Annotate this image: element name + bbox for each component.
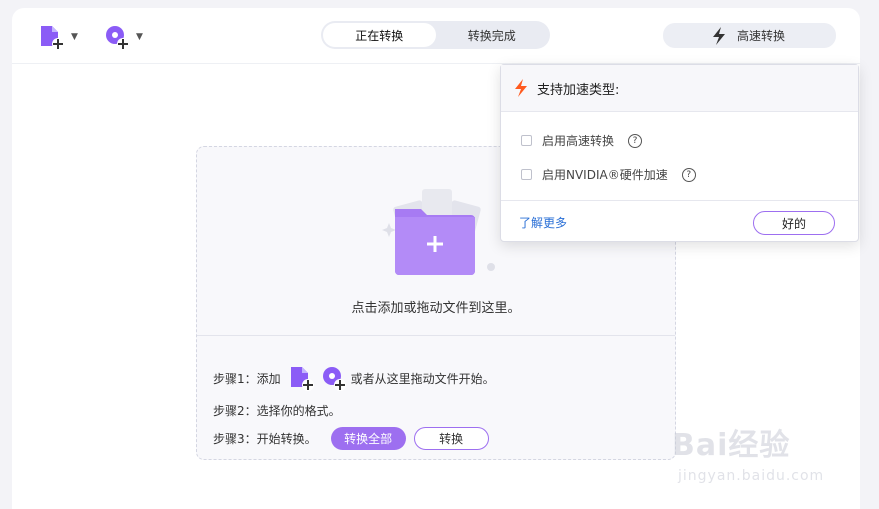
chevron-down-icon: ▼ xyxy=(136,32,143,42)
high-speed-label: 高速转换 xyxy=(737,29,786,43)
nvidia-option-label: 启用NVIDIA®硬件加速 xyxy=(542,168,668,182)
high-speed-option-label: 启用高速转换 xyxy=(542,134,615,148)
tab-completed[interactable]: 转换完成 xyxy=(436,23,549,47)
baidu-watermark: Bai经验 jingyan.baidu.com xyxy=(672,420,872,505)
step-1: 步骤1：添加 或者从这里拖动文件开始。 xyxy=(213,365,495,391)
option-high-speed[interactable]: 启用高速转换 ? xyxy=(521,132,643,149)
chevron-down-icon: ▼ xyxy=(71,32,78,42)
help-icon[interactable]: ? xyxy=(681,167,696,182)
high-speed-button[interactable]: 高速转换 xyxy=(663,23,836,48)
popup-header: 支持加速类型: xyxy=(501,65,858,112)
convert-all-button[interactable]: 转换全部 xyxy=(330,427,406,450)
add-disc-icon xyxy=(106,26,129,50)
step1-prefix: 步骤1：添加 xyxy=(213,371,281,386)
option-nvidia[interactable]: 启用NVIDIA®硬件加速 ? xyxy=(521,166,696,183)
add-disc-icon[interactable] xyxy=(321,365,347,391)
watermark-url: jingyan.baidu.com xyxy=(678,468,825,484)
convert-button[interactable]: 转换 xyxy=(413,427,489,450)
add-file-icon[interactable] xyxy=(289,365,315,391)
add-folder-icon xyxy=(382,189,495,275)
learn-more-link[interactable]: 了解更多 xyxy=(519,214,567,231)
step-3: 步骤3：开始转换。 转换全部 转换 xyxy=(213,427,489,450)
step-2: 步骤2：选择你的格式。 xyxy=(213,404,341,418)
add-file-dropdown[interactable]: ▼ xyxy=(39,24,78,50)
acceleration-popup: 支持加速类型: 启用高速转换 ? 启用NVIDIA®硬件加速 ? 了解更多 好的 xyxy=(500,64,859,242)
watermark-brand: Bai经验 xyxy=(672,428,791,463)
nvidia-checkbox[interactable] xyxy=(521,169,532,180)
add-file-icon xyxy=(41,26,64,50)
ok-button[interactable]: 好的 xyxy=(753,211,835,235)
popup-title: 支持加速类型: xyxy=(537,82,620,98)
step3-label: 步骤3：开始转换。 xyxy=(213,432,317,446)
tab-converting[interactable]: 正在转换 xyxy=(323,23,436,47)
divider xyxy=(197,335,675,336)
lightning-icon xyxy=(713,27,725,45)
dropzone-prompt: 点击添加或拖动文件到这里。 xyxy=(351,301,521,316)
toolbar: ▼ ▼ 正在转换 转换完成 高速转换 xyxy=(12,8,860,64)
lightning-icon xyxy=(515,79,527,97)
popup-footer-divider xyxy=(501,200,858,201)
step1-suffix: 或者从这里拖动文件开始。 xyxy=(350,371,495,386)
help-icon[interactable]: ? xyxy=(628,133,643,148)
conversion-tabs: 正在转换 转换完成 xyxy=(321,21,550,49)
high-speed-checkbox[interactable] xyxy=(521,135,532,146)
add-disc-dropdown[interactable]: ▼ xyxy=(104,24,143,50)
